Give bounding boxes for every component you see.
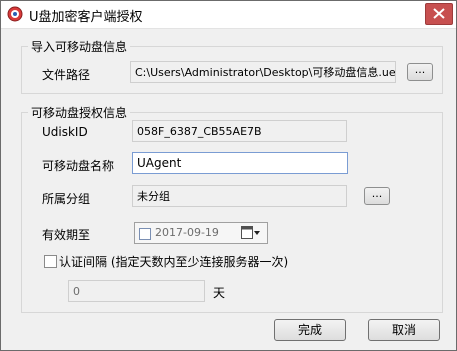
group-browse-button[interactable]: ... — [364, 187, 390, 205]
import-group-title: 导入可移动盘信息 — [28, 38, 131, 55]
disk-name-input[interactable]: UAgent — [132, 152, 348, 174]
udisk-id-label: UdiskID — [42, 125, 88, 139]
expiry-date-value: 2017-09-19 — [155, 226, 219, 239]
disk-name-label: 可移动盘名称 — [42, 159, 115, 173]
file-path-label: 文件路径 — [42, 68, 91, 82]
app-icon — [7, 6, 23, 22]
interval-days-field: 0 — [68, 280, 205, 302]
finish-button[interactable]: 完成 — [274, 319, 346, 341]
file-browse-button[interactable]: ... — [407, 63, 433, 81]
close-icon — [433, 8, 445, 19]
interval-checkbox-row[interactable]: 认证间隔 (指定天数内至少连接服务器一次) — [44, 253, 304, 269]
authorization-dialog: U盘加密客户端授权 导入可移动盘信息 文件路径 C:\Users\Adminis… — [0, 0, 457, 351]
cancel-button[interactable]: 取消 — [368, 319, 440, 341]
expiry-label: 有效期至 — [42, 228, 91, 242]
interval-unit-label: 天 — [213, 286, 226, 300]
interval-checkbox-label: 认证间隔 (指定天数内至少连接服务器一次) — [59, 255, 289, 269]
title-bar[interactable]: U盘加密客户端授权 — [1, 1, 456, 29]
close-button[interactable] — [425, 3, 453, 25]
auth-group-title: 可移动盘授权信息 — [28, 104, 131, 121]
file-path-field: C:\Users\Administrator\Desktop\可移动盘信息.ue… — [130, 61, 396, 83]
interval-checkbox[interactable] — [44, 255, 57, 268]
expiry-date-picker[interactable]: 2017-09-19 — [134, 222, 268, 244]
udisk-id-field: 058F_6387_CB55AE7B — [132, 120, 347, 142]
calendar-dropdown-icon[interactable] — [241, 226, 261, 240]
group-field: 未分组 — [132, 185, 347, 207]
expiry-enable-checkbox[interactable] — [139, 228, 151, 240]
group-label: 所属分组 — [42, 192, 91, 206]
window-title: U盘加密客户端授权 — [29, 10, 143, 25]
